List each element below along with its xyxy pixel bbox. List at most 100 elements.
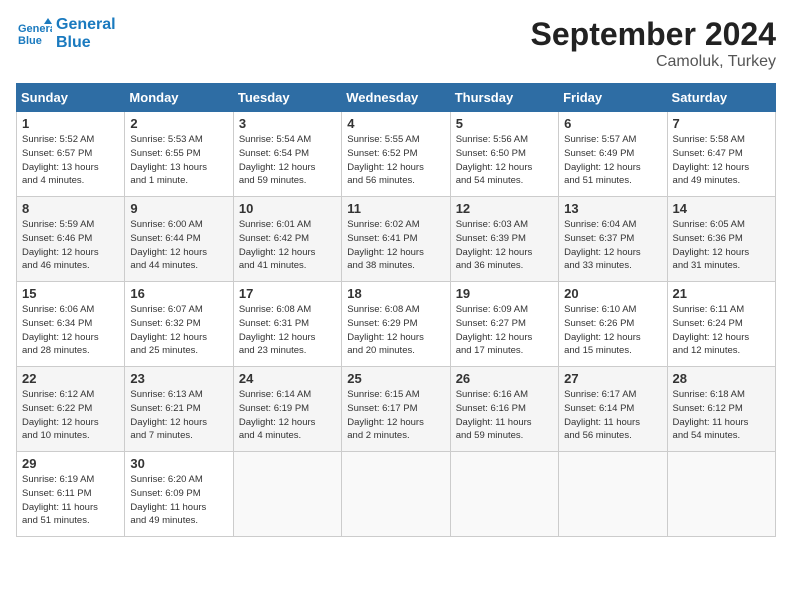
col-header-thursday: Thursday (450, 84, 558, 112)
calendar-cell: 26 Sunrise: 6:16 AMSunset: 6:16 PMDayligh… (450, 367, 558, 452)
calendar-week-row: 29 Sunrise: 6:19 AMSunset: 6:11 PMDayligh… (17, 452, 776, 537)
day-number: 8 (22, 201, 119, 216)
day-number: 22 (22, 371, 119, 386)
day-info: Sunrise: 6:14 AMSunset: 6:19 PMDaylight:… (239, 388, 336, 443)
calendar-cell: 11 Sunrise: 6:02 AMSunset: 6:41 PMDayligh… (342, 197, 450, 282)
calendar-week-row: 1 Sunrise: 5:52 AMSunset: 6:57 PMDaylight… (17, 112, 776, 197)
calendar-cell: 6Sunrise: 5:57 AMSunset: 6:49 PMDaylight… (559, 112, 667, 197)
svg-text:General: General (18, 23, 52, 35)
calendar-cell: 16Sunrise: 6:07 AMSunset: 6:32 PMDayligh… (125, 282, 233, 367)
day-info: Sunrise: 6:08 AMSunset: 6:29 PMDaylight:… (347, 303, 444, 358)
day-info: Sunrise: 5:58 AMSunset: 6:47 PMDaylight:… (673, 133, 770, 188)
col-header-monday: Monday (125, 84, 233, 112)
calendar-cell: 4 Sunrise: 5:55 AMSunset: 6:52 PMDaylight… (342, 112, 450, 197)
calendar-cell: 10Sunrise: 6:01 AMSunset: 6:42 PMDayligh… (233, 197, 341, 282)
day-number: 14 (673, 201, 770, 216)
calendar-cell: 14 Sunrise: 6:05 AMSunset: 6:36 PMDayligh… (667, 197, 775, 282)
day-number: 17 (239, 286, 336, 301)
day-info: Sunrise: 6:15 AMSunset: 6:17 PMDaylight:… (347, 388, 444, 443)
calendar-cell: 25 Sunrise: 6:15 AMSunset: 6:17 PMDayligh… (342, 367, 450, 452)
location-title: Camoluk, Turkey (531, 53, 776, 71)
col-header-saturday: Saturday (667, 84, 775, 112)
logo-line2: Blue (56, 34, 116, 52)
day-info: Sunrise: 6:07 AMSunset: 6:32 PMDaylight:… (130, 303, 227, 358)
day-info: Sunrise: 6:06 AMSunset: 6:34 PMDaylight:… (22, 303, 119, 358)
svg-text:Blue: Blue (18, 35, 42, 47)
day-info: Sunrise: 6:01 AMSunset: 6:42 PMDaylight:… (239, 218, 336, 273)
day-info: Sunrise: 6:16 AMSunset: 6:16 PMDaylight:… (456, 388, 553, 443)
day-info: Sunrise: 5:54 AMSunset: 6:54 PMDaylight:… (239, 133, 336, 188)
day-info: Sunrise: 6:10 AMSunset: 6:26 PMDaylight:… (564, 303, 661, 358)
calendar-cell: 3 Sunrise: 5:54 AMSunset: 6:54 PMDaylight… (233, 112, 341, 197)
calendar-cell: 5Sunrise: 5:56 AMSunset: 6:50 PMDaylight… (450, 112, 558, 197)
calendar-week-row: 8Sunrise: 5:59 AMSunset: 6:46 PMDaylight… (17, 197, 776, 282)
col-header-wednesday: Wednesday (342, 84, 450, 112)
day-number: 7 (673, 116, 770, 131)
calendar-cell (667, 452, 775, 537)
day-number: 12 (456, 201, 553, 216)
day-info: Sunrise: 5:55 AMSunset: 6:52 PMDaylight:… (347, 133, 444, 188)
calendar-cell: 21 Sunrise: 6:11 AMSunset: 6:24 PMDayligh… (667, 282, 775, 367)
calendar-cell: 24 Sunrise: 6:14 AMSunset: 6:19 PMDayligh… (233, 367, 341, 452)
day-number: 19 (456, 286, 553, 301)
calendar-cell: 13Sunrise: 6:04 AMSunset: 6:37 PMDayligh… (559, 197, 667, 282)
day-number: 25 (347, 371, 444, 386)
calendar-week-row: 22 Sunrise: 6:12 AMSunset: 6:22 PMDayligh… (17, 367, 776, 452)
col-header-sunday: Sunday (17, 84, 125, 112)
day-number: 3 (239, 116, 336, 131)
day-number: 20 (564, 286, 661, 301)
day-number: 28 (673, 371, 770, 386)
calendar-cell: 27Sunrise: 6:17 AMSunset: 6:14 PMDayligh… (559, 367, 667, 452)
day-number: 21 (673, 286, 770, 301)
calendar-cell: 29 Sunrise: 6:19 AMSunset: 6:11 PMDayligh… (17, 452, 125, 537)
logo-icon: General Blue (16, 16, 52, 52)
calendar-cell: 15 Sunrise: 6:06 AMSunset: 6:34 PMDayligh… (17, 282, 125, 367)
calendar-table: SundayMondayTuesdayWednesdayThursdayFrid… (16, 83, 776, 537)
day-number: 9 (130, 201, 227, 216)
calendar-cell: 20 Sunrise: 6:10 AMSunset: 6:26 PMDayligh… (559, 282, 667, 367)
day-number: 29 (22, 456, 119, 471)
calendar-week-row: 15 Sunrise: 6:06 AMSunset: 6:34 PMDayligh… (17, 282, 776, 367)
day-number: 15 (22, 286, 119, 301)
day-info: Sunrise: 6:12 AMSunset: 6:22 PMDaylight:… (22, 388, 119, 443)
day-number: 23 (130, 371, 227, 386)
day-number: 6 (564, 116, 661, 131)
logo-line1: General (56, 16, 116, 34)
calendar-cell: 9Sunrise: 6:00 AMSunset: 6:44 PMDaylight… (125, 197, 233, 282)
calendar-cell: 17 Sunrise: 6:08 AMSunset: 6:31 PMDayligh… (233, 282, 341, 367)
col-header-friday: Friday (559, 84, 667, 112)
month-title: September 2024 (531, 16, 776, 53)
day-info: Sunrise: 6:05 AMSunset: 6:36 PMDaylight:… (673, 218, 770, 273)
day-number: 11 (347, 201, 444, 216)
day-number: 1 (22, 116, 119, 131)
day-info: Sunrise: 6:11 AMSunset: 6:24 PMDaylight:… (673, 303, 770, 358)
day-info: Sunrise: 6:03 AMSunset: 6:39 PMDaylight:… (456, 218, 553, 273)
day-number: 24 (239, 371, 336, 386)
calendar-cell: 22 Sunrise: 6:12 AMSunset: 6:22 PMDayligh… (17, 367, 125, 452)
day-info: Sunrise: 6:08 AMSunset: 6:31 PMDaylight:… (239, 303, 336, 358)
day-info: Sunrise: 6:18 AMSunset: 6:12 PMDaylight:… (673, 388, 770, 443)
day-number: 2 (130, 116, 227, 131)
day-number: 4 (347, 116, 444, 131)
calendar-cell: 8Sunrise: 5:59 AMSunset: 6:46 PMDaylight… (17, 197, 125, 282)
calendar-cell: 7 Sunrise: 5:58 AMSunset: 6:47 PMDaylight… (667, 112, 775, 197)
calendar-cell: 2 Sunrise: 5:53 AMSunset: 6:55 PMDaylight… (125, 112, 233, 197)
calendar-cell (450, 452, 558, 537)
day-number: 26 (456, 371, 553, 386)
day-info: Sunrise: 6:19 AMSunset: 6:11 PMDaylight:… (22, 473, 119, 528)
day-info: Sunrise: 6:20 AMSunset: 6:09 PMDaylight:… (130, 473, 227, 528)
day-number: 13 (564, 201, 661, 216)
day-info: Sunrise: 6:02 AMSunset: 6:41 PMDaylight:… (347, 218, 444, 273)
calendar-header-row: SundayMondayTuesdayWednesdayThursdayFrid… (17, 84, 776, 112)
day-info: Sunrise: 5:53 AMSunset: 6:55 PMDaylight:… (130, 133, 227, 188)
calendar-cell: 19 Sunrise: 6:09 AMSunset: 6:27 PMDayligh… (450, 282, 558, 367)
day-number: 5 (456, 116, 553, 131)
calendar-cell: 28 Sunrise: 6:18 AMSunset: 6:12 PMDayligh… (667, 367, 775, 452)
page-header: General Blue General Blue September 2024… (16, 16, 776, 71)
day-number: 18 (347, 286, 444, 301)
day-info: Sunrise: 5:52 AMSunset: 6:57 PMDaylight:… (22, 133, 119, 188)
day-info: Sunrise: 6:09 AMSunset: 6:27 PMDaylight:… (456, 303, 553, 358)
title-area: September 2024 Camoluk, Turkey (531, 16, 776, 71)
day-number: 30 (130, 456, 227, 471)
day-info: Sunrise: 6:17 AMSunset: 6:14 PMDaylight:… (564, 388, 661, 443)
